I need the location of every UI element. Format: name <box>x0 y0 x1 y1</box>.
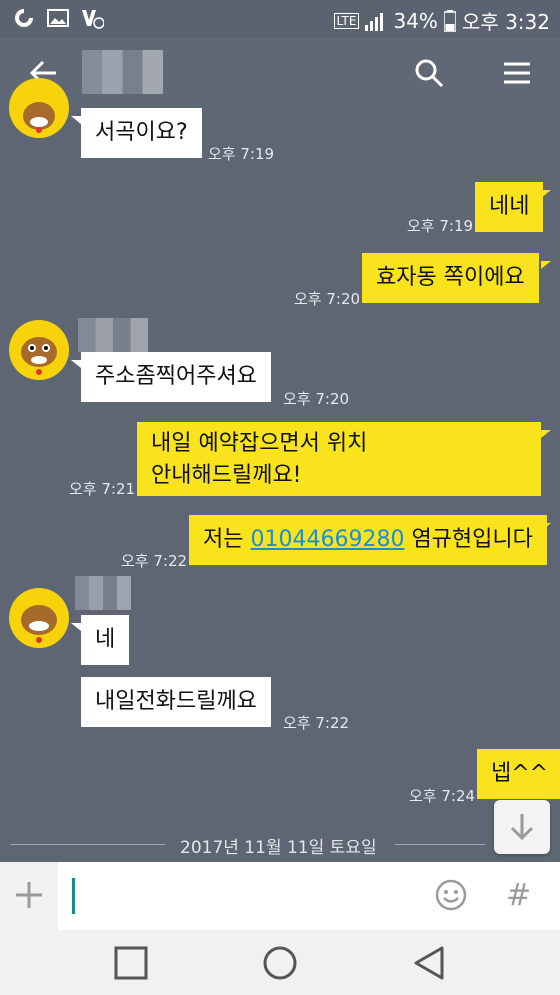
avatar[interactable] <box>9 78 69 138</box>
message-bubble-sent[interactable]: 네네 <box>475 182 544 232</box>
clock: 오후 3:32 <box>461 10 550 34</box>
message-text: 염규현입니다 <box>404 527 533 552</box>
message-text: 내일전화드릴께요 <box>95 689 257 714</box>
date-divider-text: 2017년 11월 11일 토요일 <box>180 838 377 858</box>
bubble-tail <box>71 623 81 631</box>
text-caret <box>72 878 75 914</box>
message-time: 오후 7:20 <box>283 390 350 408</box>
plus-icon <box>16 882 42 908</box>
phone-link[interactable]: 01044669280 <box>250 527 404 552</box>
bubble-tail <box>71 360 81 368</box>
message-bubble-sent[interactable]: 저는 01044669280 염규현입니다 <box>189 515 547 565</box>
message-bubble-sent[interactable]: 효자동 쪽이에요 <box>362 253 539 303</box>
chat-title-blurred <box>82 50 174 94</box>
dog-avatar-icon <box>23 102 55 133</box>
message-time: 오후 7:21 <box>69 480 136 498</box>
bubble-tail <box>541 430 551 438</box>
search-icon[interactable] <box>412 56 446 90</box>
message-bubble-received[interactable]: 네 <box>81 615 130 665</box>
message-time: 오후 7:22 <box>283 714 350 732</box>
avatar[interactable] <box>9 588 69 648</box>
message-time: 오후 7:19 <box>208 145 275 163</box>
message-text-line: 내일 예약잡으면서 위치 <box>151 431 368 456</box>
bubble-tail <box>541 523 551 531</box>
message-text: 네 <box>95 627 116 652</box>
message-time: 오후 7:20 <box>294 290 361 308</box>
status-bar: LTE 34% 오후 3:32 <box>0 0 560 38</box>
hamburger-menu-icon[interactable] <box>500 56 534 90</box>
divider-line <box>10 844 165 845</box>
sender-name-blurred <box>78 318 148 352</box>
battery-icon <box>443 9 456 32</box>
v3-icon <box>82 10 104 29</box>
date-divider: 2017년 11월 11일 토요일 <box>0 826 560 862</box>
message-time: 오후 7:24 <box>409 787 476 805</box>
dog-avatar-icon <box>21 337 57 375</box>
android-nav-bar <box>0 930 560 995</box>
message-bubble-received[interactable]: 내일전화드릴께요 <box>81 677 271 727</box>
divider-line <box>395 844 485 845</box>
bubble-tail <box>541 190 551 198</box>
message-time: 오후 7:19 <box>407 217 474 235</box>
message-text: 저는 <box>203 527 251 552</box>
avatar[interactable] <box>9 320 69 380</box>
message-text: 효자동 쪽이에요 <box>376 265 525 290</box>
bubble-tail <box>541 757 551 765</box>
message-text: 넵^^ <box>491 761 549 786</box>
hashtag-button[interactable]: # <box>506 878 531 913</box>
message-bubble-sent[interactable]: 내일 예약잡으면서 위치 안내해드릴께요! <box>137 422 541 496</box>
app-bar <box>0 38 560 106</box>
home-icon[interactable] <box>261 944 299 982</box>
message-text: 네네 <box>489 194 530 219</box>
message-bubble-received[interactable]: 주소좀찍어주셔요 <box>81 352 271 402</box>
sender-name-blurred <box>75 576 131 610</box>
back-nav-icon[interactable] <box>410 944 448 982</box>
message-time: 오후 7:22 <box>121 552 188 570</box>
network-label: LTE <box>333 12 360 29</box>
plus-button[interactable] <box>0 862 58 930</box>
chat-area[interactable]: 서곡이요? 오후 7:19 네네 오후 7:19 효자동 쪽이에요 오후 7:2… <box>0 78 560 862</box>
message-text: 주소좀찍어주셔요 <box>95 364 257 389</box>
recent-apps-icon[interactable] <box>112 944 150 982</box>
battery-percent: 34% <box>393 8 438 33</box>
signal-icon <box>365 12 384 31</box>
message-text: 서곡이요? <box>95 120 188 145</box>
dog-avatar-icon <box>21 605 57 643</box>
app-o-icon <box>15 9 33 27</box>
emoji-icon[interactable] <box>434 878 468 912</box>
message-bubble-received[interactable]: 서곡이요? <box>81 108 202 158</box>
message-input[interactable] <box>68 870 422 924</box>
message-composer: # <box>0 862 560 930</box>
bubble-tail <box>71 116 81 124</box>
gallery-icon <box>47 9 69 27</box>
message-text-line: 안내해드릴께요! <box>151 463 302 488</box>
bubble-tail <box>541 261 551 269</box>
